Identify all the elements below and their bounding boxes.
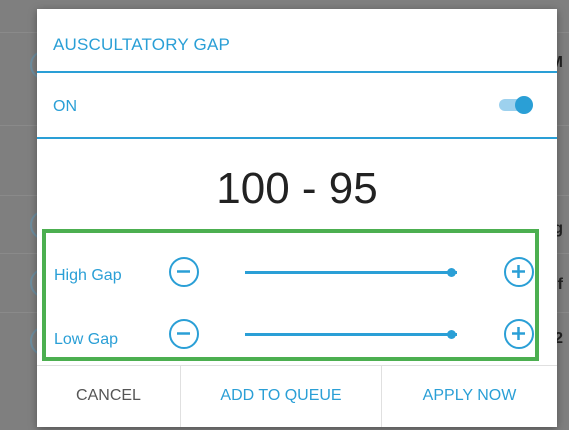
toggle-label: ON <box>53 98 77 115</box>
gap-toggle-switch[interactable] <box>499 96 533 114</box>
low-gap-label: Low Gap <box>54 331 119 348</box>
gap-value-display: 100 - 95 <box>216 164 378 213</box>
auscultatory-gap-dialog: AUSCULTATORY GAP ON 100 - 95 High Gap Lo… <box>37 9 557 427</box>
high-gap-row: High Gap <box>46 245 535 295</box>
toggle-divider <box>37 137 557 139</box>
low-gap-decrease-button[interactable] <box>169 319 199 349</box>
low-gap-slider[interactable] <box>245 328 457 340</box>
slider-thumb[interactable] <box>446 330 456 339</box>
add-to-queue-button[interactable]: ADD TO QUEUE <box>181 366 381 426</box>
plus-icon <box>512 265 525 278</box>
minus-icon <box>177 270 190 273</box>
slider-track <box>245 271 457 274</box>
background-peek-text: f <box>557 276 563 293</box>
gap-controls-highlight: High Gap Low Gap <box>42 229 539 361</box>
high-gap-decrease-button[interactable] <box>169 257 199 287</box>
low-gap-row: Low Gap <box>46 305 535 355</box>
minus-icon <box>177 332 190 335</box>
slider-thumb[interactable] <box>446 268 456 277</box>
high-gap-increase-button[interactable] <box>504 257 534 287</box>
apply-now-button[interactable]: APPLY NOW <box>382 366 557 426</box>
high-gap-slider[interactable] <box>245 266 457 278</box>
title-divider <box>37 71 557 73</box>
low-gap-increase-button[interactable] <box>504 319 534 349</box>
slider-track <box>245 333 457 336</box>
plus-icon <box>512 327 525 340</box>
toggle-knob <box>515 96 533 114</box>
cancel-button[interactable]: CANCEL <box>37 366 180 426</box>
dialog-title: AUSCULTATORY GAP <box>53 35 231 54</box>
high-gap-label: High Gap <box>54 267 122 284</box>
